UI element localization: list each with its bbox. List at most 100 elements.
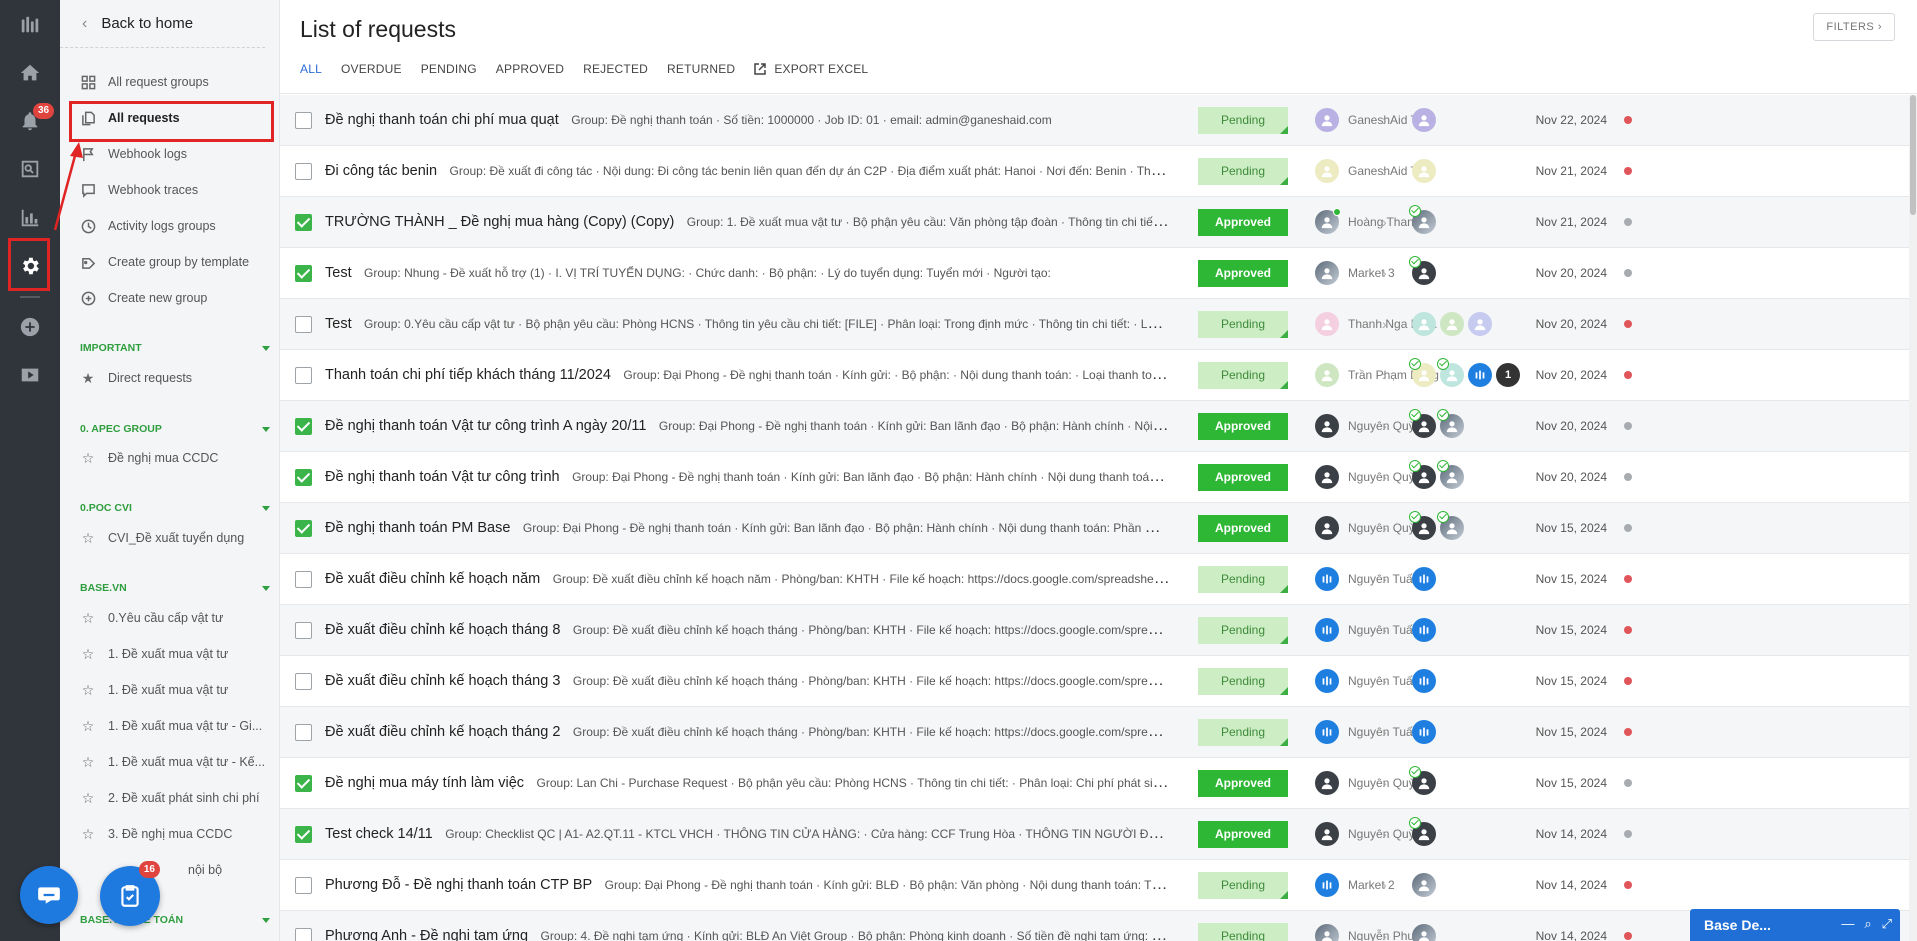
approver-avatar[interactable] (1440, 312, 1464, 336)
nav-item-base-2[interactable]: ☆ 1. Đề xuất mua vật tư (60, 675, 279, 705)
approver-avatar[interactable] (1412, 567, 1436, 591)
request-text[interactable]: Đi công tác benin Group: Đề xuất đi công… (325, 162, 1170, 180)
approver-avatar[interactable] (1412, 924, 1436, 941)
nav-item-webhook-logs[interactable]: Webhook logs (60, 139, 279, 169)
row-checkbox[interactable] (295, 876, 312, 894)
nav-item-base-7[interactable]: nội bộ (60, 855, 279, 885)
add-circle-icon[interactable] (0, 305, 60, 349)
request-text[interactable]: Phương Anh - Đề nghị tạm ứng Group: 4. Đ… (325, 927, 1170, 941)
approver-avatar[interactable] (1412, 159, 1436, 183)
list-scrollbar[interactable] (1909, 95, 1917, 941)
tab-pending[interactable]: PENDING (421, 62, 477, 76)
row-checkbox[interactable] (295, 162, 312, 180)
request-text[interactable]: Test check 14/11 Group: Checklist QC | A… (325, 825, 1170, 843)
nav-item-activity-logs-groups[interactable]: Activity logs groups (60, 211, 279, 241)
request-row[interactable]: Đề nghị mua máy tính làm việc Group: Lan… (280, 758, 1909, 809)
search-icon[interactable]: ⌕ (1864, 916, 1871, 932)
notification-bell-icon[interactable]: 36 (0, 99, 60, 143)
request-row[interactable]: Phương Anh - Đề nghị tạm ứng Group: 4. Đ… (280, 911, 1909, 941)
tab-approved[interactable]: APPROVED (496, 62, 564, 76)
section-base-vn[interactable]: BASE.VN (80, 582, 270, 594)
nav-item-webhook-traces[interactable]: Webhook traces (60, 175, 279, 205)
request-row[interactable]: Đi công tác benin Group: Đề xuất đi công… (280, 146, 1909, 197)
nav-item-apec-ccdc[interactable]: ☆ Đề nghị mua CCDC (60, 443, 279, 473)
row-checkbox[interactable] (295, 468, 312, 486)
request-text[interactable]: Đề nghị thanh toán Vật tư công trình Gro… (325, 468, 1170, 486)
request-text[interactable]: Đề xuất điều chỉnh kế hoạch tháng 3 Grou… (325, 672, 1170, 690)
approver-avatar[interactable] (1409, 817, 1436, 846)
section-important[interactable]: IMPORTANT (80, 342, 270, 354)
section-poc-cvi[interactable]: 0.POC CVI (80, 502, 270, 514)
row-checkbox[interactable] (295, 621, 312, 639)
expand-icon[interactable]: ⤢ (1882, 916, 1892, 932)
approver-avatar[interactable] (1468, 363, 1492, 387)
approver-avatar[interactable] (1409, 256, 1436, 285)
approver-avatar[interactable] (1409, 511, 1436, 540)
approver-more-count[interactable]: 1 (1496, 363, 1520, 387)
request-row[interactable]: Đề xuất điều chỉnh kế hoạch tháng 8 Grou… (280, 605, 1909, 656)
approver-avatar[interactable] (1412, 873, 1436, 897)
export-excel-button[interactable]: EXPORT EXCEL (754, 62, 868, 76)
row-checkbox[interactable] (295, 825, 312, 843)
approver-avatar[interactable] (1412, 108, 1436, 132)
request-text[interactable]: Đề nghị thanh toán Vật tư công trình A n… (325, 417, 1170, 435)
minimize-icon[interactable]: — (1841, 916, 1854, 932)
request-text[interactable]: Đề nghị thanh toán PM Base Group: Đại Ph… (325, 519, 1170, 537)
approver-avatar[interactable] (1437, 358, 1464, 387)
approver-avatar[interactable] (1437, 460, 1464, 489)
back-to-home-link[interactable]: ‹ Back to home (60, 0, 265, 48)
request-text[interactable]: Đề nghị mua máy tính làm việc Group: Lan… (325, 774, 1170, 792)
chat-float-button[interactable] (20, 866, 78, 924)
row-checkbox[interactable] (295, 519, 312, 537)
row-checkbox[interactable] (295, 264, 312, 282)
request-text[interactable]: Đề nghị thanh toán chi phí mua quạt Grou… (325, 111, 1170, 129)
tab-all[interactable]: ALL (300, 62, 322, 76)
home-icon[interactable] (0, 51, 60, 95)
nav-item-base-0[interactable]: ☆ 0.Yêu cầu cấp vật tư (60, 603, 279, 633)
request-text[interactable]: Thanh toán chi phí tiếp khách tháng 11/2… (325, 366, 1170, 384)
approver-avatar[interactable] (1412, 312, 1436, 336)
request-row[interactable]: TRƯỜNG THÀNH _ Đề nghị mua hàng (Copy) (… (280, 197, 1909, 248)
approver-avatar[interactable] (1437, 511, 1464, 540)
request-row[interactable]: Đề nghị thanh toán Vật tư công trình Gro… (280, 452, 1909, 503)
request-row[interactable]: Đề nghị thanh toán Vật tư công trình A n… (280, 401, 1909, 452)
request-row[interactable]: Đề xuất điều chỉnh kế hoạch tháng 3 Grou… (280, 656, 1909, 707)
request-text[interactable]: Test Group: Nhung - Đề xuất hỗ trợ (1) ·… (325, 264, 1170, 282)
nav-item-create-new-group[interactable]: Create new group (60, 283, 279, 313)
scrollbar-thumb[interactable] (1910, 95, 1916, 215)
row-checkbox[interactable] (295, 111, 312, 129)
request-row[interactable]: Đề xuất điều chỉnh kế hoạch năm Group: Đ… (280, 554, 1909, 605)
approver-avatar[interactable] (1468, 312, 1492, 336)
nav-item-base-4[interactable]: ☆ 1. Đề xuất mua vật tư - Kế... (60, 747, 279, 777)
nav-item-base-3[interactable]: ☆ 1. Đề xuất mua vật tư - Gi... (60, 711, 279, 741)
tab-returned[interactable]: RETURNED (667, 62, 735, 76)
request-text[interactable]: Test Group: 0.Yêu cầu cấp vật tư · Bộ ph… (325, 315, 1170, 333)
filters-button[interactable]: FILTERS › (1813, 13, 1895, 41)
request-row[interactable]: Phương Đỗ - Đề nghị thanh toán CTP BP Gr… (280, 860, 1909, 911)
request-text[interactable]: Đề xuất điều chỉnh kế hoạch năm Group: Đ… (325, 570, 1170, 588)
row-checkbox[interactable] (295, 213, 312, 231)
request-text[interactable]: TRƯỜNG THÀNH _ Đề nghị mua hàng (Copy) (… (325, 213, 1170, 231)
approver-avatar[interactable] (1412, 669, 1436, 693)
row-checkbox[interactable] (295, 417, 312, 435)
tab-overdue[interactable]: OVERDUE (341, 62, 402, 76)
approver-avatar[interactable] (1437, 409, 1464, 438)
approver-avatar[interactable] (1409, 460, 1436, 489)
nav-item-all-request-groups[interactable]: All request groups (60, 67, 279, 97)
row-checkbox[interactable] (295, 927, 312, 941)
video-play-icon[interactable] (0, 353, 60, 397)
request-row[interactable]: Test Group: Nhung - Đề xuất hỗ trợ (1) ·… (280, 248, 1909, 299)
approver-avatar[interactable] (1409, 358, 1436, 387)
row-checkbox[interactable] (295, 366, 312, 384)
row-checkbox[interactable] (295, 723, 312, 741)
report-chart-icon[interactable] (0, 196, 60, 240)
section-apec-group[interactable]: 0. APEC GROUP (80, 423, 270, 435)
nav-item-create-group-by-template[interactable]: Create group by template (60, 247, 279, 277)
tab-rejected[interactable]: REJECTED (583, 62, 648, 76)
approver-avatar[interactable] (1412, 720, 1436, 744)
nav-item-base-5[interactable]: ☆ 2. Đề xuất phát sinh chi phí (60, 783, 279, 813)
request-row[interactable]: Test Group: 0.Yêu cầu cấp vật tư · Bộ ph… (280, 299, 1909, 350)
request-text[interactable]: Đề xuất điều chỉnh kế hoạch tháng 8 Grou… (325, 621, 1170, 639)
request-row[interactable]: Test check 14/11 Group: Checklist QC | A… (280, 809, 1909, 860)
approver-avatar[interactable] (1409, 409, 1436, 438)
